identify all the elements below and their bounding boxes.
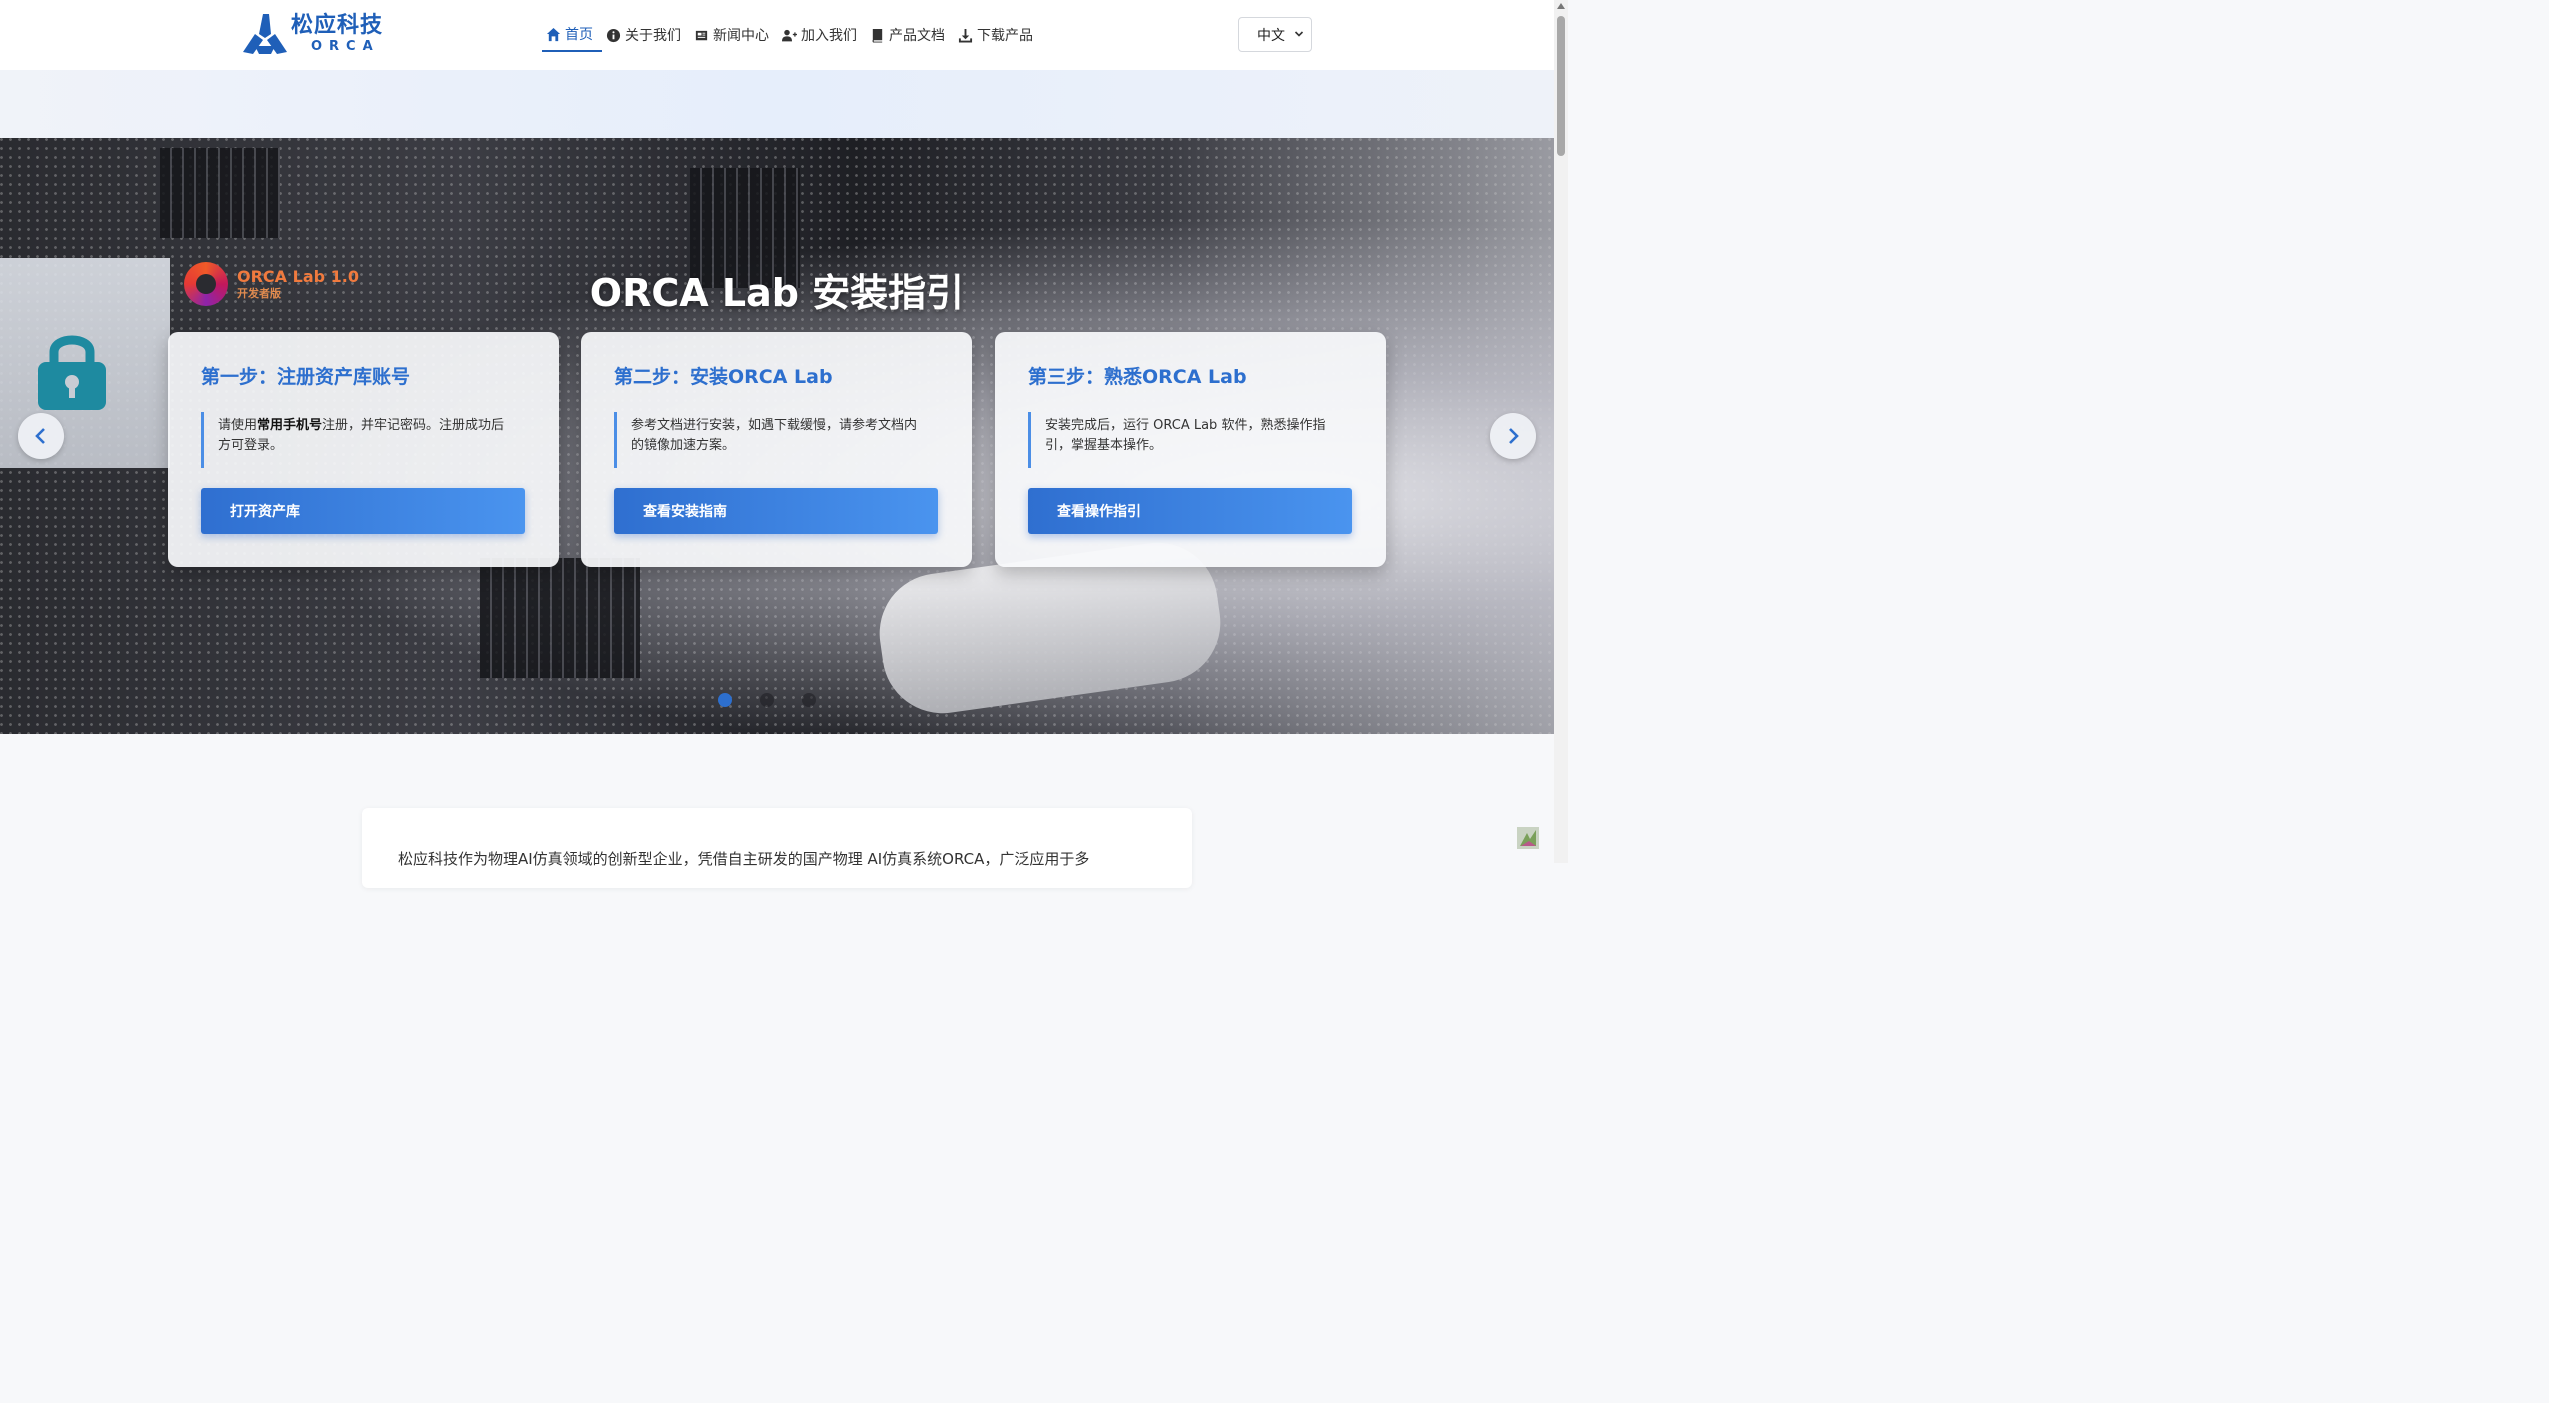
- info-icon: [606, 28, 621, 42]
- step-description: 安装完成后，运行 ORCA Lab 软件，熟悉操作指引，掌握基本操作。: [1028, 412, 1353, 468]
- newspaper-icon: [695, 30, 708, 40]
- brand-logo[interactable]: 松应科技 ORCA: [241, 12, 383, 56]
- carousel-indicators: [0, 693, 1554, 707]
- logo-chinese-name: 松应科技: [291, 13, 384, 38]
- company-intro-text: 松应科技作为物理AI仿真领域的创新型企业，凭借自主研发的国产物理 AI仿真系统O…: [398, 850, 1090, 868]
- nav-item-news[interactable]: 新闻中心: [690, 18, 778, 52]
- nav-label: 首页: [565, 27, 593, 43]
- server-rack-decoration: [160, 148, 280, 238]
- nav-item-home[interactable]: 首页: [542, 18, 602, 52]
- header-spacer-band: [0, 70, 1554, 138]
- step-title: 第一步：注册资产库账号: [201, 366, 411, 388]
- scroll-up-arrow-icon[interactable]: [1557, 3, 1565, 9]
- nav-item-download[interactable]: 下载产品: [954, 18, 1042, 52]
- view-install-guide-button[interactable]: 查看安装指南: [614, 488, 938, 534]
- main-nav: 首页 关于我们 新闻中心 加入我们 产品文档 下载产品: [542, 18, 1042, 52]
- orca-logo-icon: [243, 14, 287, 54]
- nav-label: 加入我们: [801, 28, 857, 44]
- carousel-dot[interactable]: [718, 693, 732, 707]
- chevron-down-icon: [1294, 31, 1304, 37]
- nav-item-join[interactable]: 加入我们: [778, 18, 866, 52]
- carousel-dot[interactable]: [802, 693, 816, 707]
- language-select[interactable]: 中文: [1238, 17, 1312, 52]
- step-description: 请使用常用手机号注册，并牢记密码。注册成功后方可登录。: [201, 412, 526, 468]
- hero-carousel: ORCA Lab 1.0 开发者版 ORCA Lab 安装指引 第一步：注册资产…: [0, 138, 1554, 734]
- nav-label: 新闻中心: [713, 28, 769, 44]
- site-header: 松应科技 ORCA 首页 关于我们 新闻中心 加入我们 产品文档 下载产品 中文: [0, 0, 1554, 70]
- floating-widget-icon[interactable]: [1517, 827, 1539, 849]
- step-card-2: 第二步：安装ORCA Lab 参考文档进行安装，如遇下载缓慢，请参考文档内的镜像…: [581, 332, 972, 567]
- server-rack-decoration: [480, 558, 640, 678]
- language-value: 中文: [1257, 27, 1285, 44]
- download-icon: [958, 28, 973, 43]
- chevron-left-icon: [35, 428, 45, 444]
- step-title: 第二步：安装ORCA Lab: [614, 366, 833, 388]
- step-card-3: 第三步：熟悉ORCA Lab 安装完成后，运行 ORCA Lab 软件，熟悉操作…: [995, 332, 1386, 567]
- nav-label: 下载产品: [977, 28, 1033, 44]
- nav-label: 关于我们: [625, 28, 681, 44]
- logo-english-name: ORCA: [311, 39, 380, 54]
- carousel-next-button[interactable]: [1490, 413, 1536, 459]
- open-asset-library-button[interactable]: 打开资产库: [201, 488, 525, 534]
- nav-label: 产品文档: [889, 28, 945, 44]
- carousel-prev-button[interactable]: [18, 413, 64, 459]
- step-description: 参考文档进行安装，如遇下载缓慢，请参考文档内的镜像加速方案。: [614, 412, 939, 468]
- nav-item-about[interactable]: 关于我们: [602, 18, 690, 52]
- home-icon: [546, 27, 561, 41]
- user-plus-icon: [782, 29, 797, 41]
- step-card-1: 第一步：注册资产库账号 请使用常用手机号注册，并牢记密码。注册成功后方可登录。 …: [168, 332, 559, 567]
- carousel-dot[interactable]: [760, 693, 774, 707]
- book-icon: [872, 28, 883, 43]
- chevron-right-icon: [1509, 428, 1519, 444]
- step-title: 第三步：熟悉ORCA Lab: [1028, 366, 1247, 388]
- scrollbar-thumb[interactable]: [1557, 16, 1565, 156]
- hero-title: ORCA Lab 安装指引: [589, 271, 965, 315]
- lock-icon: [38, 335, 106, 410]
- company-intro-card: 松应科技作为物理AI仿真领域的创新型企业，凭借自主研发的国产物理 AI仿真系统O…: [362, 808, 1192, 888]
- page-scrollbar[interactable]: [1554, 0, 1568, 863]
- nav-item-docs[interactable]: 产品文档: [866, 18, 954, 52]
- view-operation-guide-button[interactable]: 查看操作指引: [1028, 488, 1352, 534]
